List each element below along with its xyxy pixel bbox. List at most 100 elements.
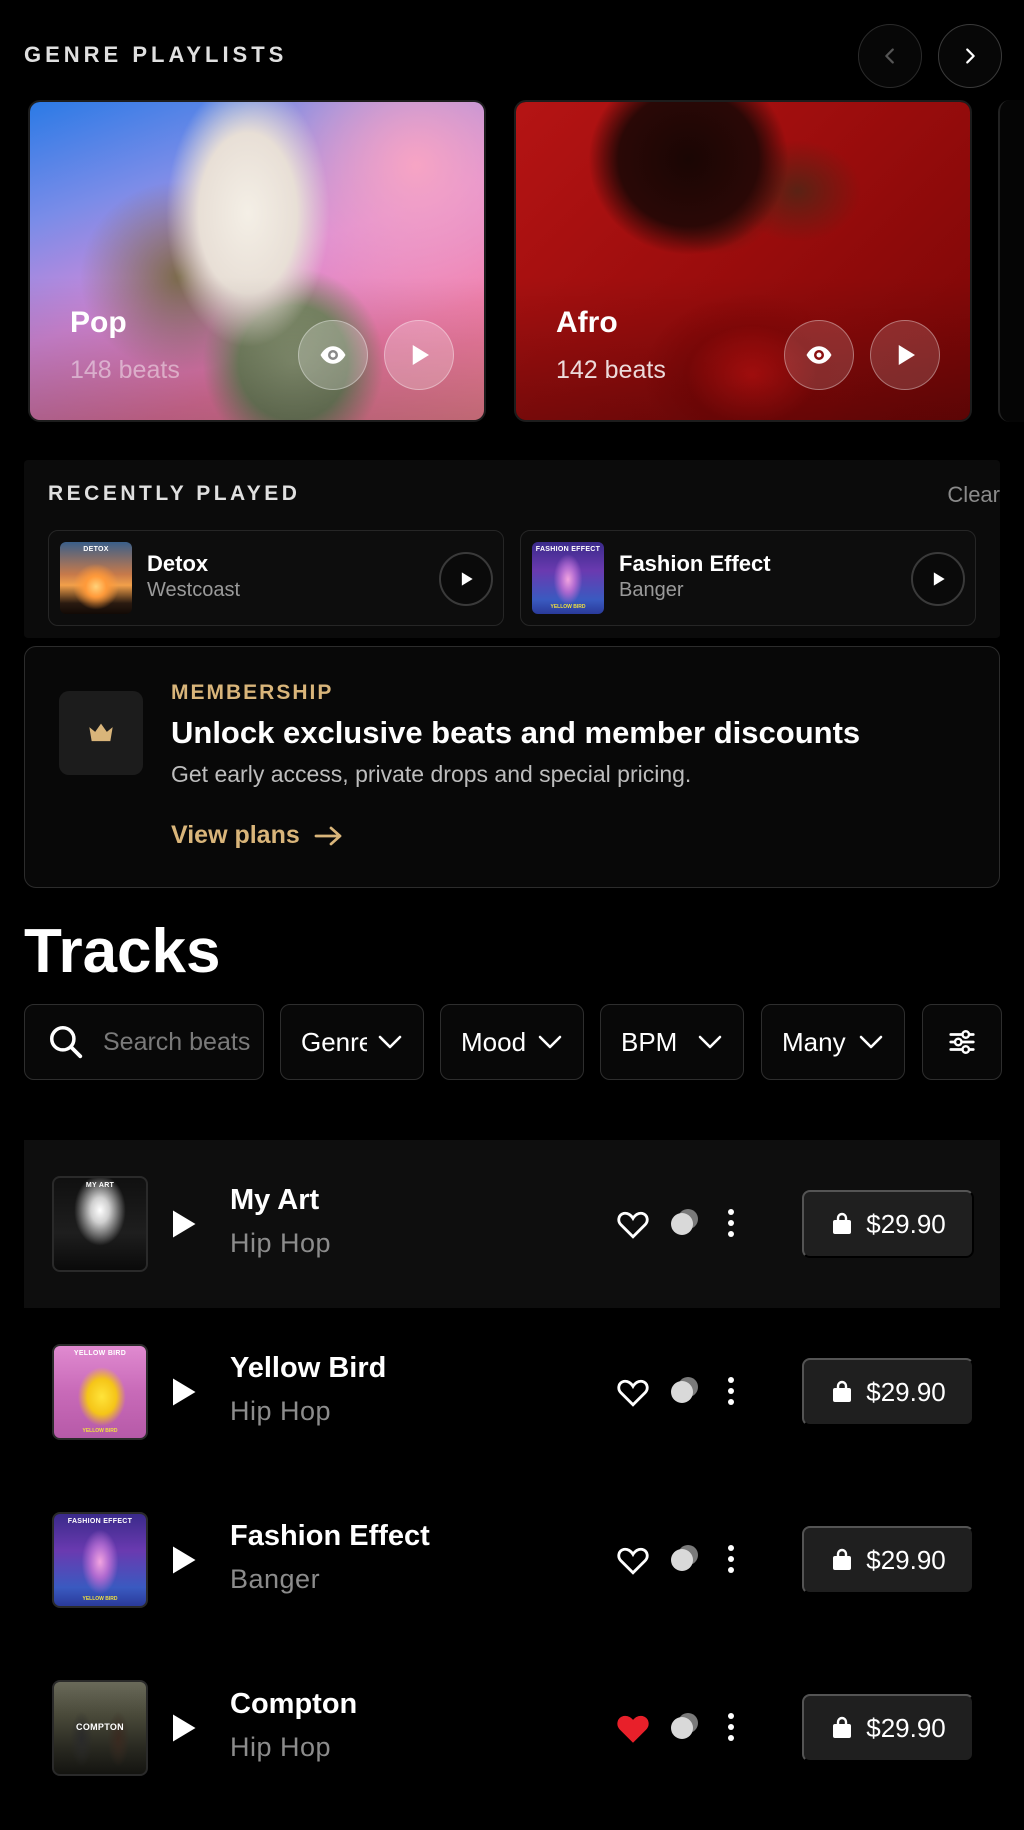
heart-outline-icon[interactable] — [616, 1544, 650, 1576]
shopping-bag-icon — [833, 1380, 852, 1402]
play-button[interactable] — [911, 552, 965, 606]
cover-text: MY ART — [85, 1182, 115, 1189]
play-icon[interactable] — [164, 1374, 200, 1410]
membership-eyebrow: MEMBERSHIP — [171, 681, 334, 704]
shopping-bag-icon — [833, 1212, 852, 1234]
recent-track-title: Fashion Effect — [619, 551, 771, 576]
stems-toggle-icon[interactable] — [668, 1712, 702, 1742]
play-icon — [461, 572, 473, 586]
heart-outline-icon[interactable] — [616, 1376, 650, 1408]
track-row[interactable]: FASHION EFFECT YELLOW BIRD Fashion Effec… — [24, 1476, 1000, 1644]
cover-text: DETOX — [83, 546, 109, 553]
track-row[interactable]: YELLOW BIRD YELLOW BIRD Yellow Bird Hip … — [24, 1308, 1000, 1476]
genre-dropdown[interactable]: Genre — [280, 1004, 424, 1080]
track-title: Compton — [230, 1688, 358, 1720]
recent-item[interactable]: DETOX Detox Westcoast — [48, 530, 504, 626]
stems-toggle-icon[interactable] — [668, 1544, 702, 1574]
view-plans-label: View plans — [171, 821, 300, 849]
genre-name: Afro — [556, 306, 618, 339]
recently-played-section: RECENTLY PLAYED Clear DETOX Detox Westco… — [24, 460, 1000, 638]
preview-button[interactable] — [298, 320, 368, 390]
chevron-left-icon — [885, 48, 894, 64]
play-icon — [898, 345, 915, 365]
price-label: $29.90 — [866, 1712, 946, 1743]
bpm-dropdown[interactable]: BPM — [600, 1004, 744, 1080]
mood-dropdown[interactable]: Mood — [440, 1004, 584, 1080]
cover-subtext: YELLOW BIRD — [82, 1428, 118, 1434]
play-playlist-button[interactable] — [384, 320, 454, 390]
price-label: $29.90 — [866, 1208, 946, 1239]
search-box[interactable] — [24, 1004, 264, 1080]
genre-card-next-peek[interactable] — [998, 100, 1024, 422]
clear-recent-button[interactable]: Clear — [947, 482, 1000, 508]
buy-button[interactable]: $29.90 — [802, 1190, 974, 1258]
play-icon[interactable] — [164, 1206, 200, 1242]
buy-button[interactable]: $29.90 — [802, 1358, 974, 1426]
dropdown-label: Genre — [301, 1026, 367, 1057]
track-title: My Art — [230, 1184, 320, 1216]
track-genre: Banger — [230, 1564, 321, 1594]
search-input[interactable] — [103, 1027, 253, 1057]
more-vertical-icon[interactable] — [724, 1542, 738, 1576]
track-title: Fashion Effect — [230, 1520, 430, 1552]
filter-settings-button[interactable] — [922, 1004, 1002, 1080]
recent-track-artist: Westcoast — [147, 579, 240, 601]
arrow-right-icon — [314, 826, 342, 845]
eye-icon — [806, 346, 832, 364]
track-row[interactable]: COMPTON Compton Hip Hop $29.90 — [24, 1644, 1000, 1812]
cover-text: COMPTON — [76, 1722, 124, 1732]
membership-banner: MEMBERSHIP Unlock exclusive beats and me… — [24, 646, 1000, 888]
tracks-title: Tracks — [24, 917, 221, 986]
recent-item[interactable]: FASHION EFFECT YELLOW BIRD Fashion Effec… — [520, 530, 976, 626]
carousel-prev-button[interactable] — [858, 24, 922, 88]
genre-card-afro[interactable]: Afro 142 beats — [514, 100, 972, 422]
price-label: $29.90 — [866, 1544, 946, 1575]
buy-button[interactable]: $29.90 — [802, 1526, 974, 1594]
cover-text: YELLOW BIRD — [73, 1350, 127, 1357]
track-genre: Hip Hop — [230, 1732, 332, 1762]
recently-played-title: RECENTLY PLAYED — [48, 482, 301, 505]
play-playlist-button[interactable] — [870, 320, 940, 390]
dropdown-label: Mood — [461, 1026, 527, 1057]
more-vertical-icon[interactable] — [724, 1710, 738, 1744]
more-vertical-icon[interactable] — [724, 1206, 738, 1240]
heart-filled-icon[interactable] — [616, 1712, 650, 1744]
genre-beat-count: 148 beats — [70, 356, 180, 384]
genre-card-pop[interactable]: Pop 148 beats — [28, 100, 486, 422]
track-genre: Hip Hop — [230, 1396, 332, 1426]
chevron-down-icon — [859, 1035, 883, 1049]
price-label: $29.90 — [866, 1376, 946, 1407]
play-icon[interactable] — [164, 1542, 200, 1578]
track-cover: FASHION EFFECT YELLOW BIRD — [532, 542, 604, 614]
more-filter-dropdown[interactable]: Many — [761, 1004, 905, 1080]
cover-subtext: YELLOW BIRD — [550, 604, 586, 610]
crown-icon-tile — [59, 691, 143, 775]
crown-icon — [89, 723, 113, 742]
genre-carousel: Pop 148 beats Afro 142 beats — [28, 100, 1024, 422]
chevron-right-icon — [966, 48, 975, 64]
buy-button[interactable]: $29.90 — [802, 1694, 974, 1762]
membership-title: Unlock exclusive beats and member discou… — [171, 715, 861, 750]
dropdown-label: BPM — [621, 1026, 678, 1057]
track-cover: FASHION EFFECT YELLOW BIRD — [52, 1512, 148, 1608]
track-genre: Hip Hop — [230, 1228, 332, 1258]
preview-button[interactable] — [784, 320, 854, 390]
play-icon[interactable] — [164, 1710, 200, 1746]
view-plans-link[interactable]: View plans — [171, 821, 344, 850]
stems-toggle-icon[interactable] — [668, 1208, 702, 1238]
track-row[interactable]: MY ART My Art Hip Hop $29.90 — [24, 1140, 1000, 1308]
recent-track-artist: Banger — [619, 579, 684, 601]
carousel-next-button[interactable] — [938, 24, 1002, 88]
search-icon — [50, 1026, 83, 1059]
cover-text: FASHION EFFECT — [535, 546, 601, 553]
more-vertical-icon[interactable] — [724, 1374, 738, 1408]
stems-toggle-icon[interactable] — [668, 1376, 702, 1406]
track-cover: MY ART — [52, 1176, 148, 1272]
recent-track-title: Detox — [147, 551, 209, 576]
track-cover: COMPTON — [52, 1680, 148, 1776]
heart-outline-icon[interactable] — [616, 1208, 650, 1240]
shopping-bag-icon — [833, 1716, 852, 1738]
play-button[interactable] — [439, 552, 493, 606]
membership-description: Get early access, private drops and spec… — [171, 761, 692, 787]
track-filters: Genre Mood BPM Many — [24, 1004, 1004, 1080]
